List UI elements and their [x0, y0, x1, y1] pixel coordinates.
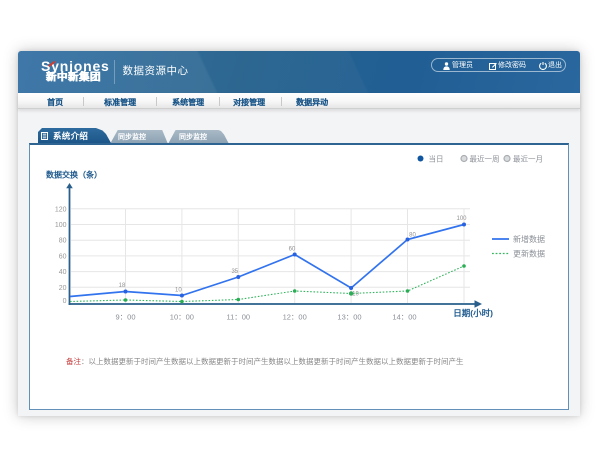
- svg-text:13：00: 13：00: [337, 313, 361, 322]
- svg-text:10: 10: [352, 292, 359, 298]
- svg-text:数据交换（条）: 数据交换（条）: [46, 170, 102, 180]
- svg-text:14：00: 14：00: [392, 313, 416, 322]
- svg-text:35: 35: [231, 269, 238, 275]
- svg-text:18: 18: [119, 283, 126, 289]
- svg-text:12：00: 12：00: [283, 313, 307, 322]
- svg-text:80: 80: [409, 233, 416, 239]
- svg-text:日期(小时): 日期(小时): [453, 308, 493, 318]
- svg-text:9：00: 9：00: [115, 313, 135, 322]
- svg-text:60: 60: [289, 247, 296, 253]
- svg-text:11：00: 11：00: [226, 313, 250, 322]
- svg-text:备注：以上数据更新于时间产生数据以上数据更新于时间产生数据以: 备注：以上数据更新于时间产生数据以上数据更新于时间产生数据以上数据更新于时间产生…: [66, 356, 464, 366]
- svg-text:新增数据: 新增数据: [513, 234, 545, 244]
- svg-text:10: 10: [175, 288, 182, 294]
- svg-text:60: 60: [59, 253, 67, 260]
- svg-text:80: 80: [59, 238, 67, 245]
- svg-text:20: 20: [59, 285, 67, 292]
- svg-text:最近一周: 最近一周: [470, 154, 500, 164]
- svg-text:当日: 当日: [429, 154, 444, 164]
- svg-text:更新数据: 更新数据: [513, 249, 545, 259]
- svg-text:100: 100: [456, 216, 467, 222]
- svg-text:120: 120: [55, 206, 67, 213]
- svg-text:40: 40: [59, 269, 67, 276]
- svg-text:10：00: 10：00: [170, 313, 194, 322]
- svg-text:最近一月: 最近一月: [513, 154, 543, 164]
- svg-text:100: 100: [55, 222, 67, 229]
- svg-text:0: 0: [63, 298, 67, 305]
